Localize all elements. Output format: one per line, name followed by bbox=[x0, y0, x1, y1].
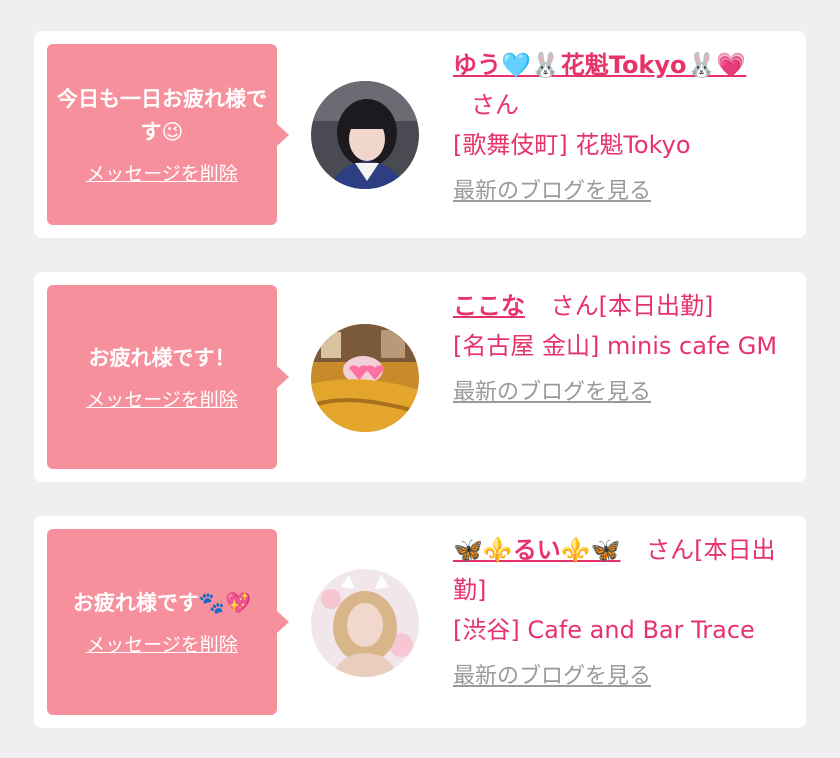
message-text: お疲れ様です！ bbox=[88, 346, 236, 370]
message-card: お疲れ様です！ メッセージを削除 ここな さん[本日出勤] [名古屋 金山] m… bbox=[34, 272, 806, 482]
sender-info: ここな さん[本日出勤] [名古屋 金山] minis cafe GM 最新のブ… bbox=[453, 286, 788, 406]
sender-info: ゆう🩵🐰花魁Tokyo🐰💗 さん [歌舞伎町] 花魁Tokyo 最新のブログを見… bbox=[453, 45, 788, 205]
avatar[interactable] bbox=[311, 324, 419, 432]
delete-message-link[interactable]: メッセージを削除 bbox=[86, 630, 238, 657]
latest-blog-link[interactable]: 最新のブログを見る bbox=[453, 173, 651, 205]
sender-info: 🦋⚜️るい⚜️🦋 さん[本日出勤] [渋谷] Cafe and Bar Trac… bbox=[453, 530, 788, 690]
sender-name-link[interactable]: 🦋⚜️るい⚜️🦋 bbox=[453, 536, 621, 564]
avatar[interactable] bbox=[311, 81, 419, 189]
latest-blog-link[interactable]: 最新のブログを見る bbox=[453, 658, 651, 690]
shop-name: [渋谷] Cafe and Bar Trace bbox=[453, 616, 755, 644]
sender-name-link[interactable]: ゆう🩵🐰花魁Tokyo🐰💗 bbox=[453, 51, 746, 79]
honorific: さん bbox=[550, 292, 599, 320]
shop-name: [名古屋 金山] minis cafe GM bbox=[453, 332, 778, 360]
message-bubble: お疲れ様です！ メッセージを削除 bbox=[47, 285, 289, 469]
sender-name-link[interactable]: ここな bbox=[453, 292, 525, 320]
delete-message-link[interactable]: メッセージを削除 bbox=[86, 385, 238, 412]
work-status: [本日出勤] bbox=[598, 292, 714, 320]
message-card: 今日も一日お疲れ様です😉 メッセージを削除 ゆう🩵🐰花魁Tokyo🐰💗 さん [… bbox=[34, 31, 806, 238]
message-text: お疲れ様です🐾💖 bbox=[72, 591, 252, 615]
avatar[interactable] bbox=[311, 569, 419, 677]
message-bubble: 今日も一日お疲れ様です😉 メッセージを削除 bbox=[47, 44, 289, 225]
honorific: さん bbox=[646, 536, 695, 564]
message-bubble: お疲れ様です🐾💖 メッセージを削除 bbox=[47, 529, 289, 715]
honorific: さん bbox=[471, 91, 519, 119]
delete-message-link[interactable]: メッセージを削除 bbox=[86, 159, 238, 186]
shop-name: [歌舞伎町] 花魁Tokyo bbox=[453, 131, 691, 159]
message-card: お疲れ様です🐾💖 メッセージを削除 🦋⚜️るい⚜️🦋 さん[本日出勤] [渋谷]… bbox=[34, 516, 806, 728]
latest-blog-link[interactable]: 最新のブログを見る bbox=[453, 374, 651, 406]
message-text: 今日も一日お疲れ様です😉 bbox=[57, 87, 267, 144]
